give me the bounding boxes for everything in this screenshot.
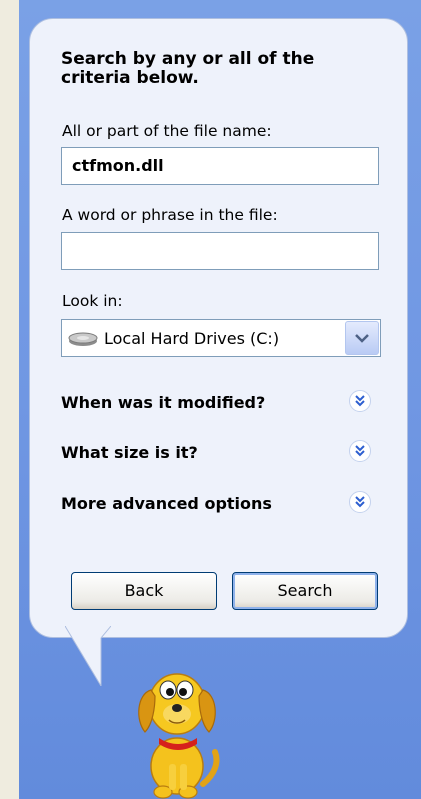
section-advanced[interactable]: More advanced options	[61, 494, 272, 513]
section-size[interactable]: What size is it?	[61, 443, 198, 462]
expand-modified-icon[interactable]	[349, 390, 371, 412]
chevron-down-icon	[355, 334, 369, 343]
phrase-label: A word or phrase in the file:	[62, 206, 278, 224]
phrase-input[interactable]	[61, 232, 379, 270]
expand-advanced-icon[interactable]	[349, 491, 371, 513]
section-modified[interactable]: When was it modified?	[61, 393, 265, 412]
search-button[interactable]: Search	[232, 572, 378, 610]
search-dog-icon	[138, 673, 220, 799]
dropdown-arrow-button[interactable]	[345, 321, 379, 355]
look-in-label: Look in:	[62, 292, 123, 310]
hard-drive-icon	[68, 332, 98, 346]
balloon-tail	[65, 626, 111, 686]
file-name-input[interactable]: ctfmon.dll	[61, 147, 379, 185]
search-heading: Search by any or all of the criteria bel…	[61, 49, 315, 88]
expand-size-icon[interactable]	[349, 440, 371, 462]
back-button[interactable]: Back	[71, 572, 217, 610]
look-in-value: Local Hard Drives (C:)	[104, 329, 280, 348]
look-in-dropdown[interactable]: Local Hard Drives (C:)	[61, 319, 381, 357]
file-name-label: All or part of the file name:	[62, 122, 272, 140]
search-companion-pane: Search by any or all of the criteria bel…	[19, 0, 421, 799]
